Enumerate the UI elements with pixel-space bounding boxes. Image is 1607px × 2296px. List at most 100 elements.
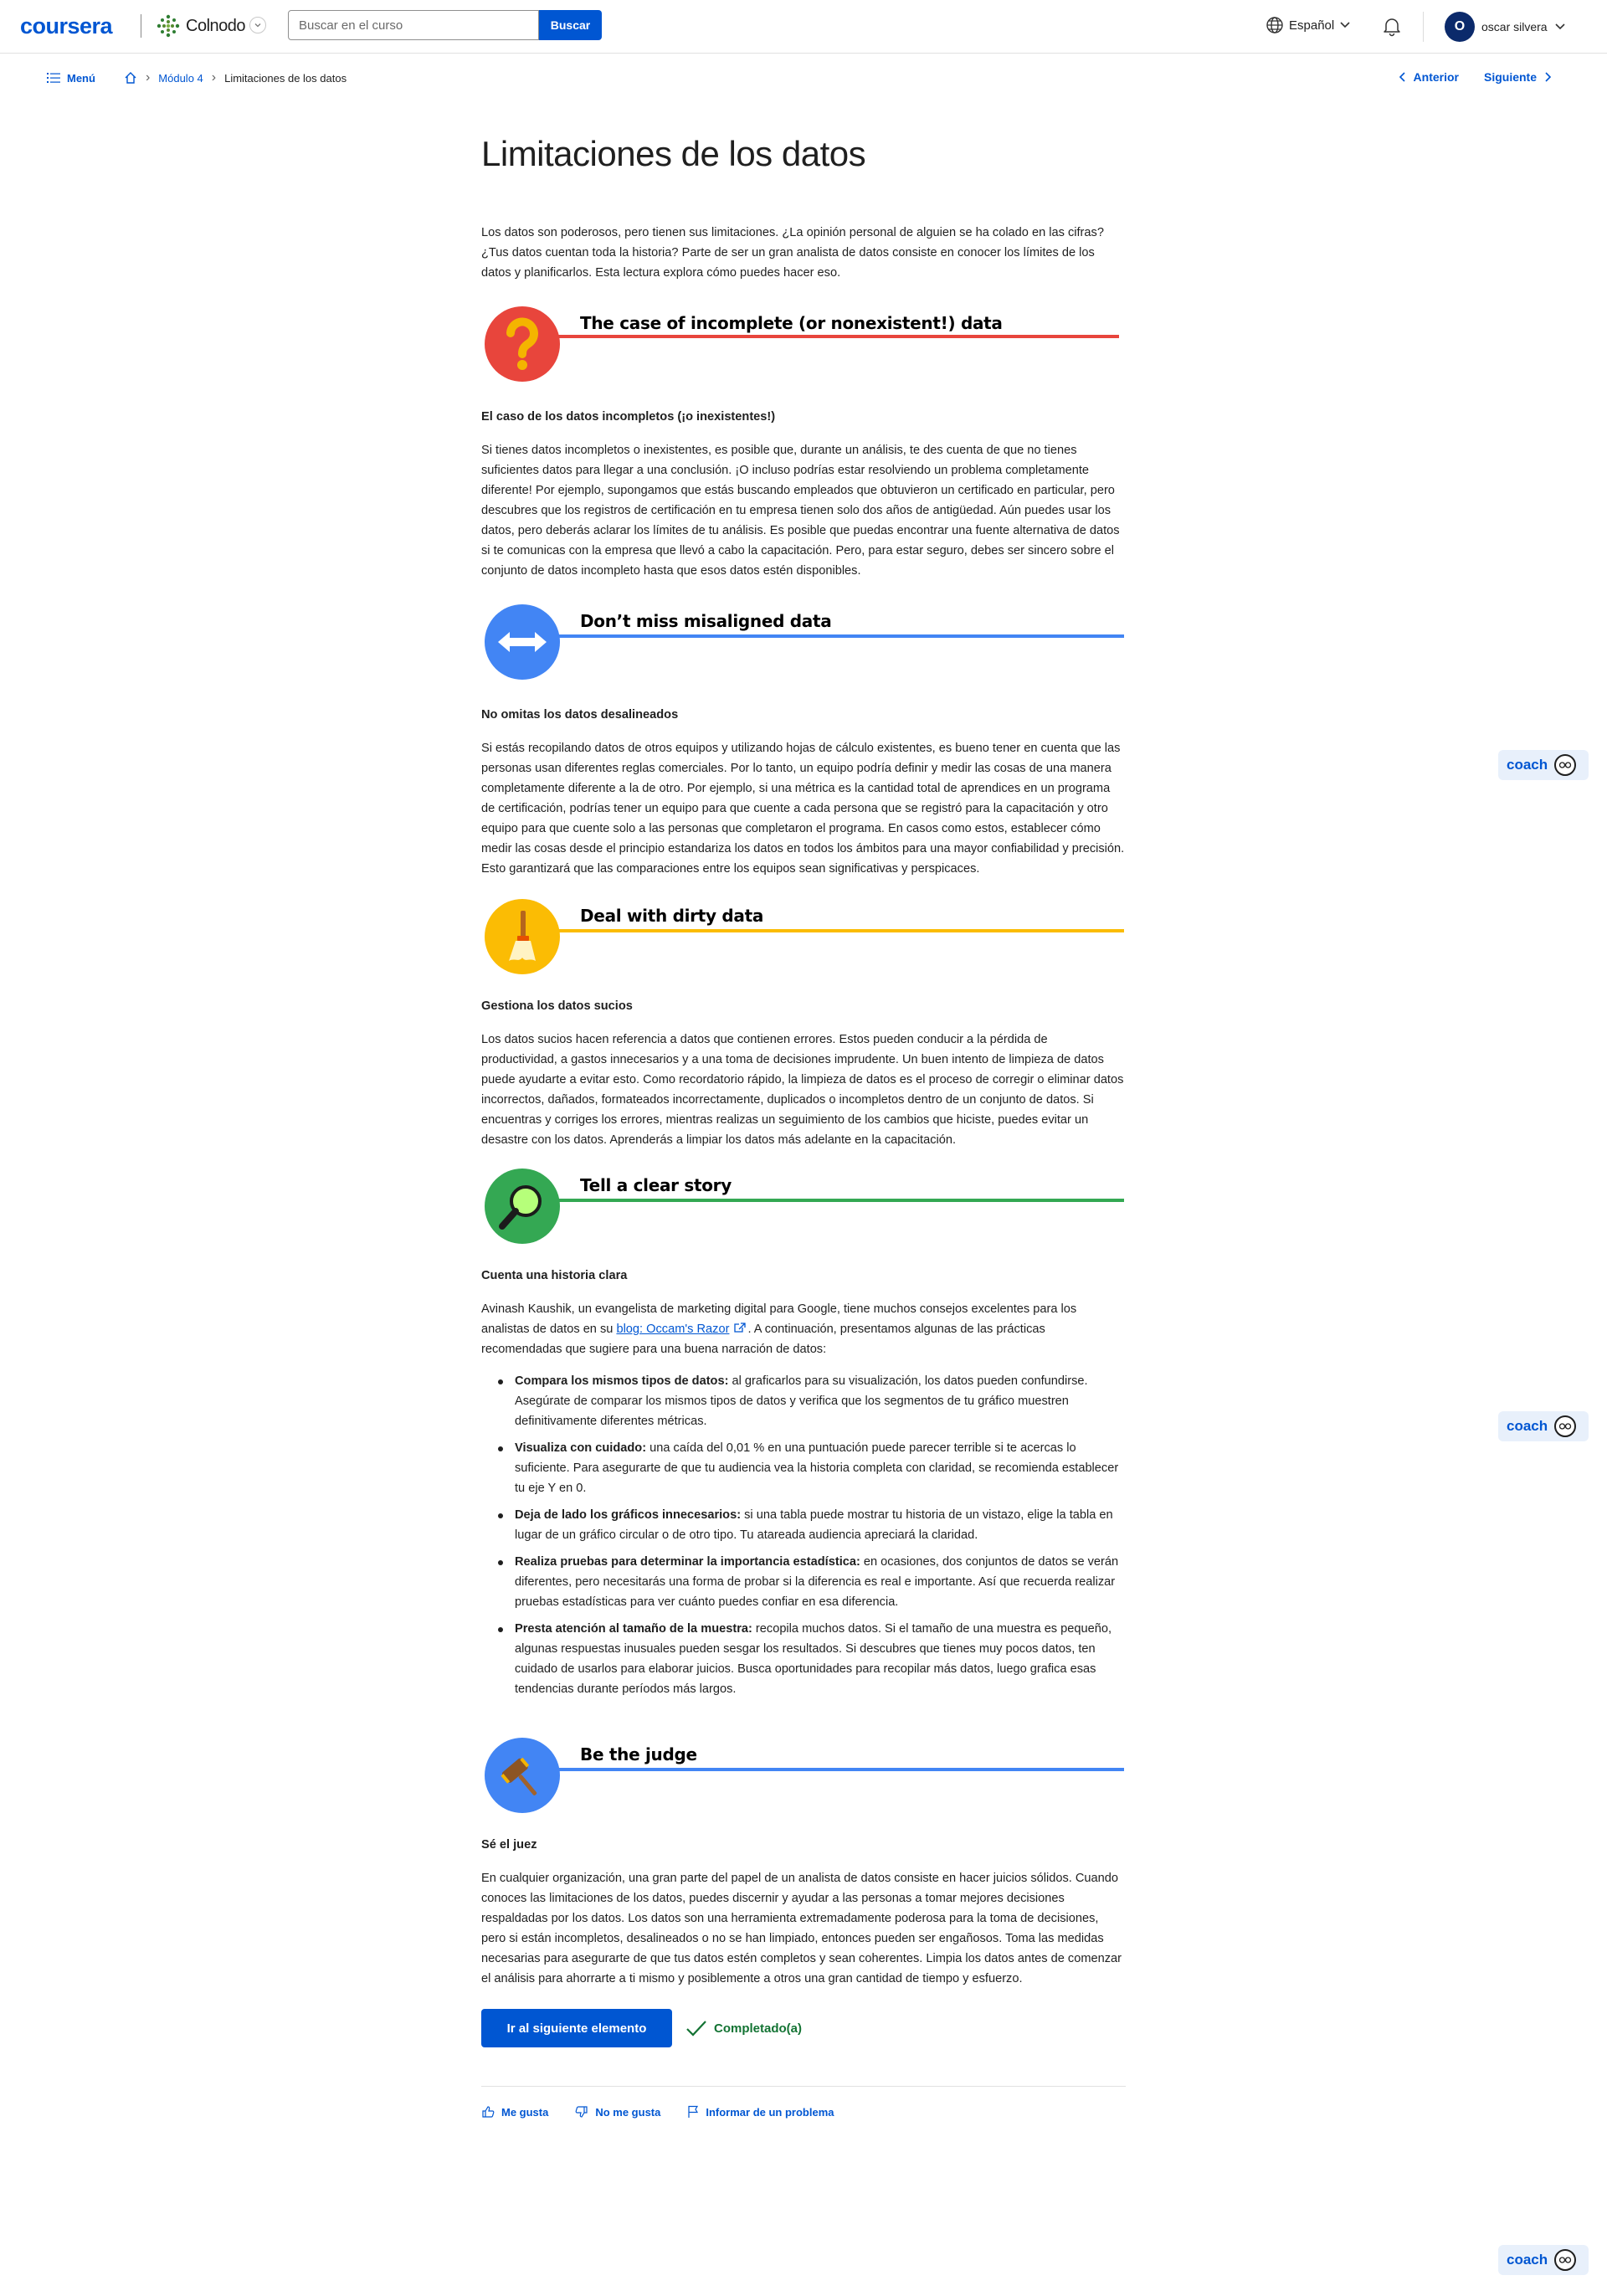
section-banner-be-the-judge: Be the judge — [481, 1733, 1126, 1816]
coach-icon — [1554, 2249, 1577, 2271]
section-heading: El caso de los datos incompletos (¡o ine… — [481, 410, 776, 424]
chevron-right-icon — [1545, 72, 1552, 82]
header-divider — [1423, 12, 1424, 42]
section-banner-incomplete-data: The case of incomplete (or nonexistent!)… — [481, 301, 1126, 385]
section-banner-title: Be the judge — [580, 1744, 697, 1764]
thumbs-down-icon — [575, 2106, 588, 2118]
double-arrow-icon — [485, 604, 560, 680]
section-paragraph: Avinash Kaushik, un evangelista de marke… — [481, 1299, 1126, 1359]
section-heading: Cuenta una historia clara — [481, 1269, 628, 1282]
partner-logo[interactable]: Colnodo — [156, 12, 246, 40]
banner-rule — [558, 929, 1124, 932]
top-header: coursera Colnodo Buscar Español — [0, 0, 1607, 54]
language-label: Español — [1289, 18, 1335, 33]
notifications-bell-icon[interactable] — [1381, 15, 1403, 37]
colnodo-logo-icon — [157, 14, 180, 38]
search-input[interactable] — [288, 10, 539, 40]
tip-label: Presta atención al tamaño de la muestra: — [515, 1622, 752, 1636]
tip-label: Compara los mismos tipos de datos: — [515, 1374, 729, 1388]
search-button[interactable]: Buscar — [539, 10, 602, 40]
chevron-down-icon — [1555, 23, 1565, 30]
breadcrumb-separator-icon: › — [145, 70, 151, 85]
coach-label: coach — [1507, 1418, 1548, 1434]
coach-icon — [1554, 754, 1577, 776]
tips-list: Compara los mismos tipos de datos: al gr… — [481, 1371, 1126, 1699]
list-item: Realiza pruebas para determinar la impor… — [481, 1552, 1126, 1612]
list-item: Visualiza con cuidado: una caída del 0,0… — [481, 1438, 1126, 1498]
coach-label: coach — [1507, 2252, 1548, 2268]
dislike-button[interactable]: No me gusta — [575, 2105, 660, 2119]
section-paragraph: Si estás recopilando datos de otros equi… — [481, 742, 1125, 876]
next-button[interactable]: Siguiente — [1484, 70, 1552, 84]
section-paragraph: Si tienes datos incompletos o inexistent… — [481, 444, 1120, 578]
globe-icon — [1266, 17, 1283, 33]
reading-article: Limitaciones de los datos Los datos son … — [481, 134, 1126, 2119]
occams-razor-link[interactable]: blog: Occam's Razor — [616, 1323, 729, 1336]
previous-label: Anterior — [1413, 70, 1459, 84]
like-button[interactable]: Me gusta — [481, 2105, 548, 2119]
section-heading: No omitas los datos desalineados — [481, 708, 679, 722]
breadcrumb-current: Limitaciones de los datos — [224, 71, 347, 85]
feedback-bar: Me gusta No me gusta Informar de un prob… — [481, 2105, 1126, 2119]
home-icon[interactable] — [124, 71, 137, 85]
chevron-down-icon — [1340, 22, 1350, 28]
menu-toggle[interactable]: Menú — [47, 72, 95, 85]
flag-icon — [688, 2105, 699, 2118]
section-banner-misaligned-data: Don’t miss misaligned data — [481, 599, 1126, 683]
report-problem-label: Informar de un problema — [706, 2105, 834, 2119]
breadcrumb-module[interactable]: Módulo 4 — [158, 72, 203, 85]
chevron-left-icon — [1399, 72, 1405, 82]
report-problem-button[interactable]: Informar de un problema — [687, 2105, 834, 2119]
menu-label: Menú — [67, 71, 95, 85]
coach-button[interactable]: coach — [1498, 1411, 1589, 1441]
user-name: oscar silvera — [1481, 20, 1548, 33]
section-banner-title: The case of incomplete (or nonexistent!)… — [580, 313, 1003, 333]
banner-rule — [558, 634, 1124, 638]
section-banner-title: Tell a clear story — [580, 1175, 732, 1195]
section-banner-title: Deal with dirty data — [580, 906, 764, 926]
language-selector[interactable]: Español — [1266, 16, 1351, 34]
completed-status: Completado(a) — [685, 2019, 802, 2037]
user-menu[interactable]: O oscar silvera — [1445, 12, 1566, 42]
coursera-logo[interactable]: coursera — [20, 13, 113, 39]
partner-menu-chevron-icon[interactable] — [249, 17, 266, 33]
list-menu-icon — [47, 73, 60, 83]
intro-paragraph: Los datos son poderosos, pero tienen sus… — [481, 226, 1104, 280]
completion-row: Ir al siguiente elemento Completado(a) — [481, 2009, 1126, 2047]
section-paragraph: En cualquier organización, una gran part… — [481, 1872, 1122, 1985]
section-heading: Gestiona los datos sucios — [481, 999, 633, 1013]
next-label: Siguiente — [1483, 70, 1537, 84]
thumbs-up-icon — [482, 2106, 495, 2118]
like-label: Me gusta — [501, 2105, 549, 2119]
feedback-divider — [481, 2086, 1126, 2087]
checkmark-icon — [686, 2021, 706, 2037]
completed-label: Completado(a) — [714, 2021, 802, 2036]
section-paragraph: Los datos sucios hacen referencia a dato… — [481, 1033, 1124, 1147]
list-item: Deja de lado los gráficos innecesarios: … — [481, 1505, 1126, 1545]
previous-button[interactable]: Anterior — [1399, 70, 1459, 84]
coach-label: coach — [1507, 757, 1548, 773]
gavel-icon — [485, 1738, 560, 1813]
banner-rule — [558, 335, 1119, 338]
coach-icon — [1554, 1415, 1577, 1437]
section-banner-dirty-data: Deal with dirty data — [481, 894, 1126, 978]
magnifier-icon — [485, 1169, 560, 1244]
question-mark-icon — [485, 306, 560, 382]
section-banner-title: Don’t miss misaligned data — [580, 611, 832, 631]
tip-label: Realiza pruebas para determinar la impor… — [515, 1555, 860, 1569]
page-title: Limitaciones de los datos — [481, 134, 866, 173]
banner-rule — [558, 1768, 1124, 1771]
list-item: Compara los mismos tipos de datos: al gr… — [481, 1371, 1126, 1431]
coach-button[interactable]: coach — [1498, 750, 1589, 780]
section-heading: Sé el juez — [481, 1838, 537, 1852]
breadcrumb-separator-icon: › — [211, 70, 217, 85]
tip-label: Deja de lado los gráficos innecesarios: — [515, 1508, 742, 1522]
broom-icon — [485, 899, 560, 974]
coach-button[interactable]: coach — [1498, 2245, 1589, 2275]
external-link-icon — [734, 1323, 747, 1333]
banner-rule — [558, 1199, 1124, 1202]
partner-name: Colnodo — [186, 16, 246, 35]
section-banner-clear-story: Tell a clear story — [481, 1163, 1126, 1247]
go-to-next-item-button[interactable]: Ir al siguiente elemento — [481, 2009, 672, 2047]
avatar: O — [1445, 12, 1475, 42]
